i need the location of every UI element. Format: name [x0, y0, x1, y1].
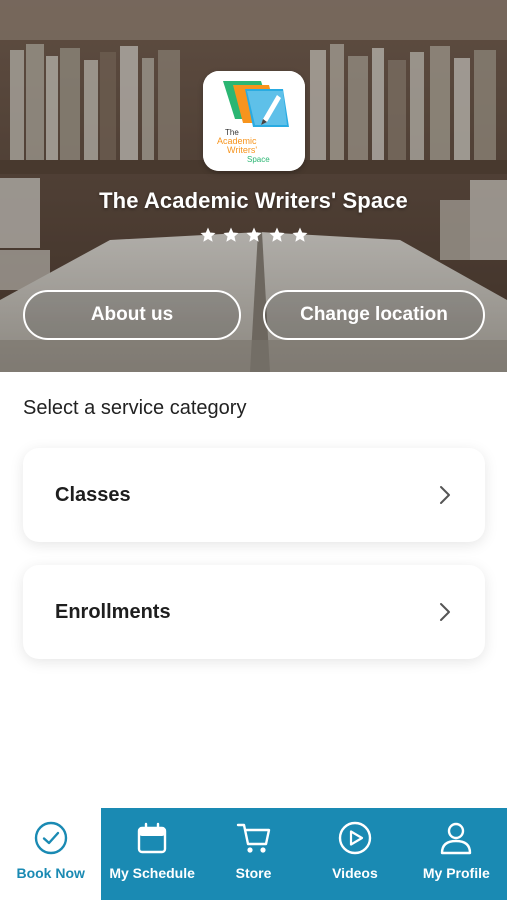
tab-label: My Profile [422, 865, 490, 881]
tab-label: Book Now [16, 865, 85, 881]
rating-stars [0, 226, 507, 244]
tab-videos[interactable]: Videos [304, 808, 406, 900]
hero-banner: The Academic Writers' Space The Academic… [0, 0, 507, 372]
service-item-label: Classes [55, 483, 131, 506]
business-logo: The Academic Writers' Space [203, 71, 305, 171]
bottom-tab-bar: Book Now My Schedule Store Videos My Pro… [0, 808, 507, 900]
chevron-right-icon [437, 601, 453, 623]
cart-icon [236, 820, 272, 856]
star-icon [268, 226, 286, 244]
tab-my-schedule[interactable]: My Schedule [101, 808, 203, 900]
tab-my-profile[interactable]: My Profile [405, 808, 507, 900]
service-item-label: Enrollments [55, 600, 171, 623]
service-category-heading: Select a service category [23, 397, 247, 419]
star-icon [245, 226, 263, 244]
change-location-button[interactable]: Change location [263, 290, 485, 340]
tab-label: Store [235, 865, 272, 881]
svg-text:Writers': Writers' [227, 145, 257, 155]
academic-writers-space-logo: The Academic Writers' Space [203, 71, 305, 171]
service-item-classes[interactable]: Classes [23, 448, 485, 542]
play-circle-icon [337, 820, 373, 856]
svg-text:Space: Space [247, 155, 270, 164]
calendar-icon [134, 820, 170, 856]
tab-store[interactable]: Store [202, 808, 305, 900]
chevron-right-icon [437, 484, 453, 506]
tab-label: Videos [332, 865, 378, 881]
tab-label: My Schedule [109, 865, 195, 881]
about-us-button[interactable]: About us [23, 290, 241, 340]
star-icon [199, 226, 217, 244]
user-icon [438, 820, 474, 856]
star-icon [291, 226, 309, 244]
tab-book-now[interactable]: Book Now [0, 808, 102, 900]
service-item-enrollments[interactable]: Enrollments [23, 565, 485, 659]
star-icon [222, 226, 240, 244]
check-circle-icon [33, 820, 69, 856]
business-name: The Academic Writers' Space [99, 188, 408, 213]
